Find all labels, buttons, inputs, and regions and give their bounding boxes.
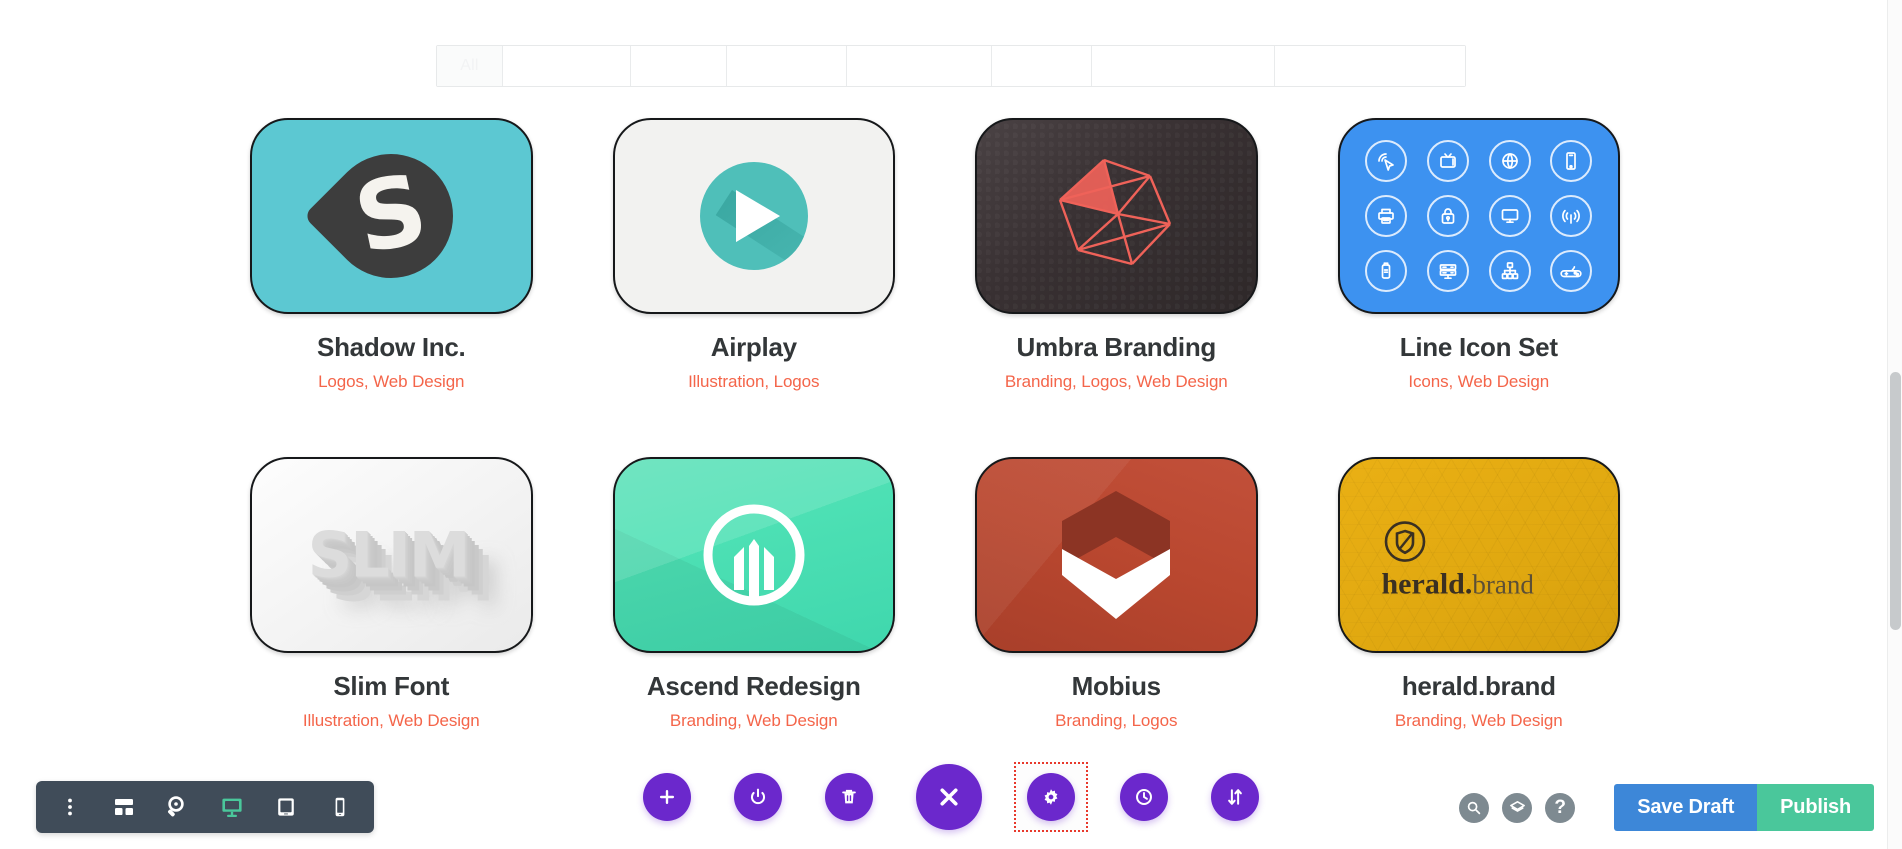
sort-button[interactable] — [1211, 773, 1259, 821]
filter-tab-item-5[interactable] — [992, 46, 1092, 86]
project-thumbnail[interactable] — [975, 118, 1258, 314]
help-icon[interactable]: ? — [1545, 792, 1576, 823]
fab-slot — [814, 764, 884, 830]
project-title: Line Icon Set — [1399, 332, 1558, 362]
project-title: Mobius — [1071, 671, 1161, 701]
project-card[interactable]: Line Icon Set Icons, Web Design — [1337, 118, 1620, 392]
line-icon-grid — [1340, 120, 1619, 312]
filter-tab-item-1[interactable] — [503, 46, 631, 86]
publish-button[interactable]: Publish — [1757, 784, 1874, 831]
page-scrollbar-track[interactable] — [1887, 0, 1902, 849]
herald-shield-icon — [1384, 521, 1425, 562]
herald-lockup: herald.brand — [1382, 519, 1534, 600]
filter-tab-item-4[interactable] — [847, 46, 992, 86]
mobile-icon[interactable] — [326, 793, 354, 821]
wifi-signal-icon — [1550, 194, 1593, 237]
project-card[interactable]: Ascend Redesign Branding, Web Design — [612, 457, 895, 731]
filter-tab-item-3[interactable] — [727, 46, 847, 86]
project-thumbnail[interactable] — [612, 118, 895, 314]
printer-icon — [1365, 194, 1408, 237]
gamepad-icon — [1550, 249, 1593, 292]
history-button[interactable] — [1120, 773, 1168, 821]
monitor-icon — [1488, 194, 1531, 237]
delete-button[interactable] — [825, 773, 873, 821]
selection-outline — [1014, 762, 1088, 832]
project-categories: Icons, Web Design — [1408, 372, 1550, 391]
filter-tab-item-2[interactable] — [631, 46, 727, 86]
project-grid: S Shadow Inc. Logos, Web Design Airplay Illu… — [0, 118, 1870, 731]
category-filter-bar[interactable]: All — [436, 45, 1466, 87]
herald-wordmark-light: brand — [1472, 569, 1534, 600]
project-categories: Logos, Web Design — [318, 372, 465, 391]
desktop-icon[interactable] — [218, 793, 246, 821]
server-icon — [1426, 249, 1469, 292]
ascend-logo — [703, 504, 805, 606]
project-thumbnail[interactable] — [975, 457, 1258, 653]
project-card[interactable]: Airplay Illustration, Logos — [612, 118, 895, 392]
page-scrollbar-thumb[interactable] — [1890, 372, 1901, 630]
slim-wordmark: SLIM — [307, 518, 471, 592]
umbra-icosahedron — [1059, 158, 1172, 266]
project-categories: Illustration, Web Design — [302, 711, 480, 730]
project-card[interactable]: S Shadow Inc. Logos, Web Design — [250, 118, 533, 392]
project-title: herald.brand — [1401, 671, 1556, 701]
floating-action-toolbar[interactable] — [632, 755, 1270, 839]
zoom-in-icon[interactable] — [164, 793, 192, 821]
filter-tab-all[interactable]: All — [437, 46, 503, 86]
project-card[interactable]: Mobius Branding, Logos — [975, 457, 1258, 731]
project-card[interactable]: herald.brand herald.brand Branding, Web De… — [1337, 457, 1620, 731]
search-icon[interactable] — [1459, 792, 1490, 823]
fab-slot — [1200, 764, 1270, 830]
project-thumbnail[interactable]: S — [250, 118, 533, 314]
fab-slot — [905, 755, 993, 839]
project-card[interactable]: SLIM Slim Font Illustration, Web Design — [250, 457, 533, 731]
fab-slot — [632, 764, 702, 830]
globe-icon — [1488, 140, 1531, 183]
project-thumbnail[interactable]: SLIM — [250, 457, 533, 653]
project-categories: Branding, Logos — [1055, 711, 1178, 730]
page-root: All S Shadow Inc. Logos, Web Design Airplay… — [0, 0, 1902, 849]
project-categories: Illustration, Logos — [688, 372, 820, 391]
smartphone-icon — [1550, 140, 1593, 183]
more-options-icon[interactable] — [56, 793, 84, 821]
add-button[interactable] — [643, 773, 691, 821]
tv-icon — [1426, 140, 1469, 183]
herald-wordmark-bold: herald. — [1381, 567, 1473, 601]
project-title: Airplay — [710, 332, 797, 362]
filter-tab-item-6[interactable] — [1092, 46, 1275, 86]
project-title: Umbra Branding — [1016, 332, 1217, 362]
device-preview-toolbar[interactable] — [36, 781, 374, 833]
project-title: Ascend Redesign — [646, 671, 861, 701]
project-categories: Branding, Web Design — [669, 711, 838, 730]
project-card[interactable]: Umbra Branding Branding, Logos, Web Desig… — [975, 118, 1258, 392]
project-title: Slim Font — [333, 671, 450, 701]
save-draft-button[interactable]: Save Draft — [1614, 784, 1758, 831]
filter-tab-item-7[interactable] — [1275, 46, 1465, 86]
mobius-logo — [1062, 491, 1171, 619]
herald-wordmark: herald.brand — [1381, 567, 1534, 601]
tablet-icon[interactable] — [272, 793, 300, 821]
fab-slot — [1109, 764, 1179, 830]
sitemap-icon — [1488, 249, 1531, 292]
save-publish-group[interactable]: Save Draft Publish — [1614, 784, 1874, 831]
lock-icon — [1426, 194, 1469, 237]
project-thumbnail[interactable]: herald.brand — [1337, 457, 1620, 653]
project-categories: Branding, Logos, Web Design — [1004, 372, 1228, 391]
layout-grid-icon[interactable] — [110, 793, 138, 821]
publish-toolbar[interactable]: ? Save Draft Publish — [1459, 784, 1874, 831]
usb-drive-icon — [1365, 249, 1408, 292]
settings-button[interactable] — [1027, 773, 1075, 821]
touch-cursor-icon — [1365, 140, 1408, 183]
project-thumbnail[interactable] — [612, 457, 895, 653]
project-categories: Branding, Web Design — [1394, 711, 1563, 730]
airplay-circle — [699, 162, 808, 270]
close-button[interactable] — [916, 764, 982, 830]
project-thumbnail[interactable] — [1337, 118, 1620, 314]
project-title: Shadow Inc. — [317, 332, 466, 362]
power-button[interactable] — [734, 773, 782, 821]
layers-icon[interactable] — [1502, 792, 1533, 823]
fab-slot — [723, 764, 793, 830]
airplay-play-triangle — [735, 190, 780, 242]
